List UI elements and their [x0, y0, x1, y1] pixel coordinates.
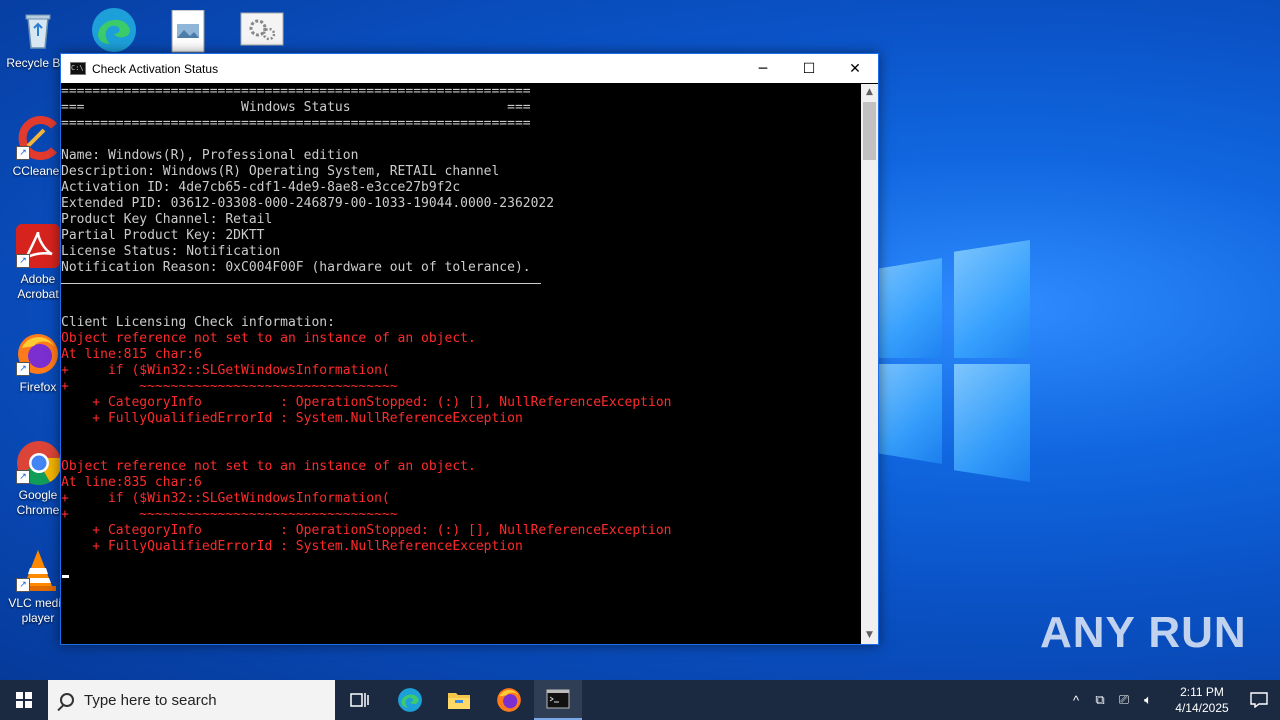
taskbar-file-explorer-button[interactable] — [435, 680, 483, 720]
notification-icon — [1250, 692, 1268, 708]
console-line: + ~~~~~~~~~~~~~~~~~~~~~~~~~~~~~~~~~ — [61, 379, 398, 394]
console-line: At line:815 char:6 — [61, 347, 202, 362]
console-output[interactable]: ========================================… — [61, 84, 860, 644]
console-line: + CategoryInfo : OperationStopped: (:) [… — [61, 395, 672, 410]
file-explorer-icon — [448, 693, 470, 709]
firefox-icon — [497, 688, 521, 712]
system-tray: ^ ⧉ ⎚ 🔈︎ 2:11 PM 4/14/2025 — [1064, 680, 1280, 720]
windows-start-icon — [16, 692, 32, 708]
desktop-icon-image-file[interactable] — [150, 9, 226, 58]
console-line: Client Licensing Check information: — [61, 315, 335, 330]
vertical-scrollbar[interactable]: ▲ ▼ — [861, 84, 878, 644]
taskbar-clock[interactable]: 2:11 PM 4/14/2025 — [1166, 684, 1238, 716]
console-line: === Windows Status === — [61, 100, 531, 115]
console-icon — [546, 689, 570, 709]
taskbar-search-box[interactable]: Type here to search — [48, 680, 335, 720]
taskbar: Type here to search ^ ⧉ ⎚ 🔈︎ 2:11 PM 4/1… — [0, 680, 1280, 720]
recycle-bin-icon — [16, 8, 60, 52]
console-line: Object reference not set to an instance … — [61, 331, 476, 346]
console-line: License Status: Notification — [61, 244, 281, 259]
console-line: + if ($Win32::SLGetWindowsInformation( — [61, 491, 390, 506]
edge-icon — [398, 688, 422, 712]
adobe-acrobat-icon: ↗ — [16, 224, 60, 268]
console-separator — [61, 283, 860, 299]
chrome-icon: ↗ — [16, 440, 62, 485]
console-line: Product Key Channel: Retail — [61, 212, 273, 227]
task-view-button[interactable] — [336, 680, 384, 720]
clock-date: 4/14/2025 — [1175, 701, 1229, 715]
search-placeholder: Type here to search — [84, 691, 217, 709]
console-line: Object reference not set to an instance … — [61, 459, 476, 474]
close-button[interactable]: ✕ — [832, 54, 878, 83]
scroll-down-arrow-icon[interactable]: ▼ — [861, 627, 878, 644]
scroll-up-arrow-icon[interactable]: ▲ — [861, 84, 878, 101]
console-line: ========================================… — [61, 84, 531, 99]
windows-logo-wallpaper — [870, 240, 1030, 482]
console-line: + if ($Win32::SLGetWindowsInformation( — [61, 363, 390, 378]
console-line: + CategoryInfo : OperationStopped: (:) [… — [61, 523, 672, 538]
firefox-icon: ↗ — [16, 332, 60, 376]
console-cursor — [62, 575, 69, 578]
network-icon[interactable]: ⎚ — [1112, 692, 1136, 708]
console-line: Name: Windows(R), Professional edition — [61, 148, 359, 163]
search-icon — [60, 693, 74, 707]
image-file-icon — [166, 9, 210, 54]
console-line: + FullyQualifiedErrorId : System.NullRef… — [61, 411, 523, 426]
ccleaner-icon: ↗ — [16, 116, 60, 160]
action-center-button[interactable] — [1238, 680, 1280, 720]
anyrun-watermark: ANY RUN — [1040, 608, 1247, 658]
console-line: + ~~~~~~~~~~~~~~~~~~~~~~~~~~~~~~~~~ — [61, 507, 398, 522]
console-line: Description: Windows(R) Operating System… — [61, 164, 500, 179]
console-window: C:\ Check Activation Status ─ ☐ ✕ ======… — [60, 53, 879, 645]
window-titlebar[interactable]: C:\ Check Activation Status ─ ☐ ✕ — [61, 54, 878, 83]
task-view-icon — [350, 693, 369, 707]
console-line: Partial Product Key: 2DKTT — [61, 228, 265, 243]
console-line: ========================================… — [61, 116, 531, 131]
device-icon[interactable]: ⧉ — [1088, 692, 1112, 708]
console-line: + FullyQualifiedErrorId : System.NullRef… — [61, 539, 523, 554]
desktop: Recycle Bin ↗ CCleaner ↗ Adobe Acrobat ↗… — [0, 0, 1280, 680]
settings-file-icon — [240, 12, 284, 56]
vlc-icon: ↗ — [16, 548, 60, 592]
clock-time: 2:11 PM — [1180, 685, 1224, 699]
taskbar-console-button[interactable] — [534, 680, 582, 720]
window-title: Check Activation Status — [92, 61, 219, 76]
taskbar-firefox-button[interactable] — [485, 680, 533, 720]
show-hidden-icons-chevron-icon[interactable]: ^ — [1064, 693, 1088, 708]
volume-icon[interactable]: 🔈︎ — [1136, 692, 1160, 708]
console-line: Notification Reason: 0xC004F00F (hardwar… — [61, 260, 531, 275]
console-line: At line:835 char:6 — [61, 475, 202, 490]
start-button[interactable] — [0, 680, 48, 720]
minimize-button[interactable]: ─ — [740, 54, 786, 83]
maximize-button[interactable]: ☐ — [786, 54, 832, 83]
taskbar-edge-button[interactable] — [386, 680, 434, 720]
console-app-icon: C:\ — [70, 62, 86, 75]
console-line: Extended PID: 03612-03308-000-246879-00-… — [61, 196, 555, 211]
watermark-text: ANY RUN — [1040, 608, 1247, 657]
console-line: Activation ID: 4de7cb65-cdf1-4de9-8ae8-e… — [61, 180, 461, 195]
scroll-thumb[interactable] — [863, 102, 876, 160]
edge-icon — [90, 6, 136, 52]
desktop-icon-edge[interactable] — [74, 6, 150, 54]
